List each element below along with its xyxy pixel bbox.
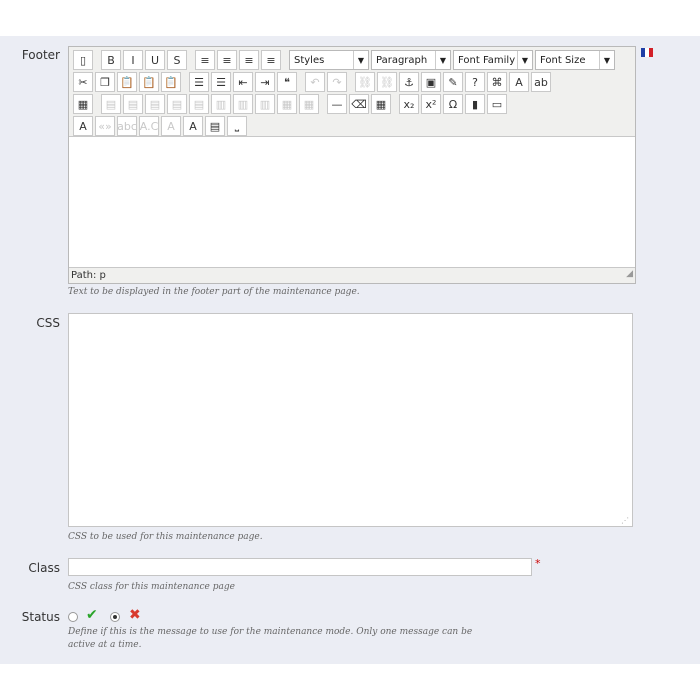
- chevron-down-icon[interactable]: ▼: [435, 51, 450, 69]
- italic-button[interactable]: I: [123, 50, 143, 70]
- status-help-line-2: active at a time.: [68, 640, 142, 650]
- class-label: Class: [28, 561, 60, 575]
- css-label: CSS: [36, 316, 60, 330]
- delete-col-icon[interactable]: ▥: [255, 94, 275, 114]
- css-help: CSS to be used for this maintenance page…: [68, 532, 263, 542]
- font-size-select[interactable]: Font Size ▼: [535, 50, 615, 70]
- styles-select[interactable]: Styles ▼: [289, 50, 369, 70]
- row-props-icon[interactable]: ▤: [101, 94, 121, 114]
- language-flag-icon[interactable]: [641, 48, 653, 57]
- status-help-line-1: Define if this is the message to use for…: [68, 627, 473, 637]
- fullscreen-icon[interactable]: ▭: [487, 94, 507, 114]
- class-input[interactable]: [68, 558, 532, 576]
- nonbreaking-icon[interactable]: ⎵: [227, 116, 247, 136]
- spellcheck-icon[interactable]: A: [73, 116, 93, 136]
- select-value: Paragraph: [376, 54, 428, 66]
- footer-help: Text to be displayed in the footer part …: [68, 287, 360, 297]
- link-icon[interactable]: ⛓: [355, 72, 375, 92]
- footer-content-area[interactable]: [69, 137, 635, 267]
- new-document-icon[interactable]: ▯: [73, 50, 93, 70]
- select-value: Styles: [294, 54, 325, 66]
- merge-cells-icon[interactable]: ▦: [299, 94, 319, 114]
- horizontal-rule-icon[interactable]: —: [327, 94, 347, 114]
- attributes-icon[interactable]: ▤: [205, 116, 225, 136]
- footer-editor[interactable]: ▯ B I U S ≡ ≡ ≡ ≡ Styles ▼ Paragraph ▼ Font Family ▼ Fo…: [68, 46, 636, 284]
- help-icon[interactable]: ?: [465, 72, 485, 92]
- textarea-resize-icon[interactable]: ⋰: [621, 516, 629, 525]
- align-justify-button[interactable]: ≡: [261, 50, 281, 70]
- toolbar-row-3: ▦ ▤ ▤ ▤ ▤ ▤ ▥ ▥ ▥ ▦ ▦ — ⌫ ▦ x₂ x² Ω ▮ ▭: [73, 93, 507, 115]
- outdent-icon[interactable]: ⇤: [233, 72, 253, 92]
- indent-icon[interactable]: ⇥: [255, 72, 275, 92]
- align-right-button[interactable]: ≡: [239, 50, 259, 70]
- class-help: CSS class for this maintenance page: [68, 582, 235, 592]
- chevron-down-icon[interactable]: ▼: [353, 51, 368, 69]
- insert-row-before-icon[interactable]: ▤: [145, 94, 165, 114]
- undo-icon[interactable]: ↶: [305, 72, 325, 92]
- insert-col-after-icon[interactable]: ▥: [233, 94, 253, 114]
- flag-stripe: [649, 48, 653, 57]
- insert-col-before-icon[interactable]: ▥: [211, 94, 231, 114]
- table-icon[interactable]: ▦: [73, 94, 93, 114]
- cleanup-icon[interactable]: ✎: [443, 72, 463, 92]
- form-panel: Footer ▯ B I U S ≡ ≡ ≡ ≡ Styles ▼ Paragraph ▼ Font Fa…: [0, 36, 700, 664]
- toolbar-row-2: ✂ ❐ 📋 📋 📋 ☰ ☰ ⇤ ⇥ ❝ ↶ ↷ ⛓ ⛓ ⚓ ▣ ✎? ⌘ Aab: [73, 71, 551, 93]
- font-color-icon[interactable]: A: [509, 72, 529, 92]
- anchor-icon[interactable]: ⚓: [399, 72, 419, 92]
- blockquote-icon[interactable]: ❝: [277, 72, 297, 92]
- paragraph-select[interactable]: Paragraph ▼: [371, 50, 451, 70]
- status-disabled-radio[interactable]: [110, 612, 120, 622]
- check-icon: ✔: [86, 607, 98, 623]
- cite-icon[interactable]: «»: [95, 116, 115, 136]
- media-icon[interactable]: ▮: [465, 94, 485, 114]
- paste-icon[interactable]: 📋: [117, 72, 137, 92]
- special-char-icon[interactable]: Ω: [443, 94, 463, 114]
- copy-icon[interactable]: ❐: [95, 72, 115, 92]
- bullet-list-icon[interactable]: ☰: [189, 72, 209, 92]
- remove-format-icon[interactable]: ⌫: [349, 94, 369, 114]
- redo-icon[interactable]: ↷: [327, 72, 347, 92]
- chevron-down-icon[interactable]: ▼: [517, 51, 532, 69]
- numbered-list-icon[interactable]: ☰: [211, 72, 231, 92]
- select-value: Font Family: [458, 54, 516, 66]
- toolbar-row-4: A «» abc A.C A A ▤ ⎵: [73, 115, 247, 137]
- highlight-icon[interactable]: ab: [531, 72, 551, 92]
- required-marker: *: [535, 557, 541, 570]
- visual-aid-icon[interactable]: ▦: [371, 94, 391, 114]
- font-family-select[interactable]: Font Family ▼: [453, 50, 533, 70]
- align-left-button[interactable]: ≡: [195, 50, 215, 70]
- strikethrough-button[interactable]: S: [167, 50, 187, 70]
- status-label: Status: [21, 610, 60, 624]
- resize-handle-icon[interactable]: ◢: [626, 267, 633, 282]
- insert-row-after-icon[interactable]: ▤: [167, 94, 187, 114]
- subscript-icon[interactable]: x₂: [399, 94, 419, 114]
- delete-row-icon[interactable]: ▤: [189, 94, 209, 114]
- cut-icon[interactable]: ✂: [73, 72, 93, 92]
- unlink-icon[interactable]: ⛓: [377, 72, 397, 92]
- paste-text-icon[interactable]: 📋: [139, 72, 159, 92]
- editor-statusbar: Path: p ◢: [69, 267, 635, 283]
- paste-word-icon[interactable]: 📋: [161, 72, 181, 92]
- insert-text-icon[interactable]: A: [183, 116, 203, 136]
- status-enabled-radio[interactable]: [68, 612, 78, 622]
- footer-label: Footer: [21, 48, 60, 62]
- cell-props-icon[interactable]: ▤: [123, 94, 143, 114]
- cross-icon: ✖: [129, 607, 141, 623]
- delete-text-icon[interactable]: A: [161, 116, 181, 136]
- abbr-icon[interactable]: abc: [117, 116, 137, 136]
- chevron-down-icon[interactable]: ▼: [599, 51, 614, 69]
- toolbar-row-1: ▯ B I U S ≡ ≡ ≡ ≡ Styles ▼ Paragraph ▼ Font Family ▼ Fo…: [73, 49, 615, 71]
- select-value: Font Size: [540, 54, 586, 66]
- css-textarea[interactable]: ⋰: [68, 313, 633, 527]
- element-path: Path: p: [71, 270, 106, 281]
- superscript-icon[interactable]: x²: [421, 94, 441, 114]
- bold-button[interactable]: B: [101, 50, 121, 70]
- acronym-icon[interactable]: A.C: [139, 116, 159, 136]
- editor-toolbar: ▯ B I U S ≡ ≡ ≡ ≡ Styles ▼ Paragraph ▼ Font Family ▼ Fo…: [69, 47, 635, 137]
- image-icon[interactable]: ▣: [421, 72, 441, 92]
- split-cells-icon[interactable]: ▦: [277, 94, 297, 114]
- align-center-button[interactable]: ≡: [217, 50, 237, 70]
- underline-button[interactable]: U: [145, 50, 165, 70]
- html-icon[interactable]: ⌘: [487, 72, 507, 92]
